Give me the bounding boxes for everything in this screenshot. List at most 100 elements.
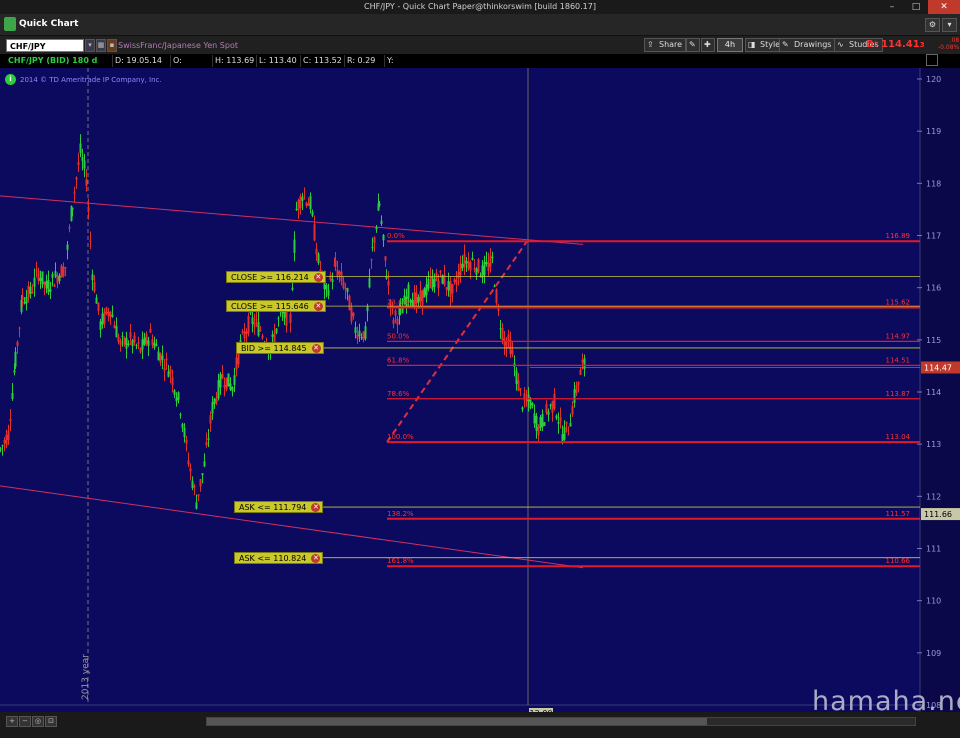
candle-body [317, 253, 320, 263]
candle-body [447, 281, 450, 291]
symbol-dropdown-icon[interactable]: ▾ [85, 39, 95, 52]
candle-body [213, 399, 216, 405]
candle-body [251, 317, 254, 324]
candle-body [437, 280, 440, 288]
candle-body [155, 344, 158, 346]
candle-body [348, 295, 351, 311]
order-text: BID >= 114.845 [241, 343, 307, 353]
chart-area[interactable]: 1201191181171161151141131121111101091081… [0, 68, 960, 712]
fib-level-price: 115.62 [886, 298, 911, 306]
scrollbar-thumb[interactable] [207, 718, 707, 725]
fib-level-price: 110.66 [886, 557, 911, 565]
candle-body [431, 277, 434, 290]
candle-body [207, 438, 210, 440]
link-icon[interactable]: ⚙ [925, 18, 940, 32]
candle-body [11, 393, 14, 399]
fit-icon[interactable]: ⊡ [45, 716, 57, 727]
candle-body [370, 259, 373, 261]
candle-body [62, 266, 65, 277]
chart-scrollbar[interactable] [206, 717, 916, 726]
wrench-icon: ✎ [689, 40, 696, 49]
candle-body [334, 260, 337, 267]
candle-body [111, 314, 114, 317]
price-axis-label: 112 [926, 492, 941, 501]
drawings-button[interactable]: ✎ Drawings [779, 38, 836, 52]
candle-body [13, 370, 16, 373]
close-window-button[interactable]: ✕ [928, 0, 960, 14]
candle-body [39, 277, 42, 282]
candle-body [157, 351, 160, 361]
candle-body [289, 313, 292, 324]
candle-body [483, 261, 486, 276]
chart-settings-icon[interactable] [926, 54, 938, 66]
cancel-order-icon[interactable]: ✕ [313, 302, 323, 312]
aggregation-button[interactable]: 4h [717, 38, 743, 52]
candle-body [195, 502, 198, 509]
order-label[interactable]: BID >= 114.845 ✕ [236, 341, 324, 354]
order-label[interactable]: CLOSE >= 115.646 ✕ [226, 300, 326, 313]
order-label[interactable]: CLOSE >= 116.214 ✕ [226, 270, 326, 283]
bar-low: L: 113.40 [256, 55, 300, 67]
candle-body [459, 263, 462, 275]
candle-body [423, 288, 426, 298]
share-button[interactable]: ⇪ Share [644, 38, 687, 52]
symbol-input[interactable]: CHF/JPY [6, 39, 84, 52]
candle-body [419, 290, 422, 302]
candle-body [461, 263, 464, 269]
flag-icon[interactable]: ▪ [107, 39, 117, 52]
cancel-order-icon[interactable]: ✕ [313, 272, 323, 282]
candle-body [103, 311, 106, 324]
candle-body [56, 275, 59, 284]
candle-body [229, 383, 232, 390]
candle-body [401, 308, 404, 314]
bar-high: H: 113.69 [212, 55, 256, 67]
crosshair-icon[interactable]: ◎ [32, 716, 44, 727]
candle-body [449, 281, 452, 297]
fib-level-price: 114.97 [886, 332, 911, 340]
cancel-order-icon[interactable]: ✕ [311, 343, 321, 353]
candle-body [407, 284, 410, 299]
order-text: ASK <= 111.794 [239, 503, 307, 513]
price-change: .08 -0.08% [938, 37, 960, 51]
candle-body [475, 268, 478, 275]
tools-icon[interactable]: ✚ [701, 38, 715, 52]
candle-body [537, 426, 540, 436]
symbol-link-icon[interactable]: ▦ [96, 39, 106, 52]
candle-body [380, 220, 383, 225]
candle-body [49, 289, 52, 292]
candle-body [199, 479, 202, 487]
price-chart[interactable]: 1201191181171161151141131121111101091081… [0, 68, 960, 712]
minimize-button[interactable]: – [880, 0, 904, 14]
fib-level-name: 138.2% [387, 510, 414, 518]
candle-body [60, 265, 63, 278]
candle-body [559, 417, 562, 422]
candle-body [51, 273, 54, 278]
zoom-in-icon[interactable]: + [6, 716, 18, 727]
cancel-order-icon[interactable]: ✕ [311, 503, 321, 513]
candle-body [1, 445, 4, 447]
order-text: CLOSE >= 115.646 [231, 302, 309, 312]
order-label[interactable]: ASK <= 111.794 ✕ [234, 501, 324, 514]
candle-body [545, 404, 548, 413]
bid-price: B: 114.413 [866, 39, 925, 50]
info-icon[interactable]: i [5, 74, 16, 85]
candle-body [233, 375, 236, 385]
candle-body [301, 197, 304, 201]
candle-body [515, 370, 518, 384]
cancel-order-icon[interactable]: ✕ [311, 553, 321, 563]
settings-icon[interactable]: ✎ [686, 38, 700, 52]
candle-body [151, 339, 154, 346]
candle-body [541, 414, 544, 428]
candle-body [125, 337, 128, 349]
candle-body [457, 271, 460, 279]
candle-body [396, 318, 399, 325]
maximize-button[interactable]: □ [904, 0, 928, 14]
zoom-out-icon[interactable]: − [19, 716, 31, 727]
menu-icon[interactable]: ▾ [942, 18, 957, 32]
bar-range: R: 0.29 [344, 55, 384, 67]
candle-body [336, 269, 339, 277]
price-axis-label: 110 [926, 597, 941, 606]
candle-body [557, 422, 560, 424]
order-label[interactable]: ASK <= 110.824 ✕ [234, 551, 324, 564]
candle-body [415, 292, 418, 304]
